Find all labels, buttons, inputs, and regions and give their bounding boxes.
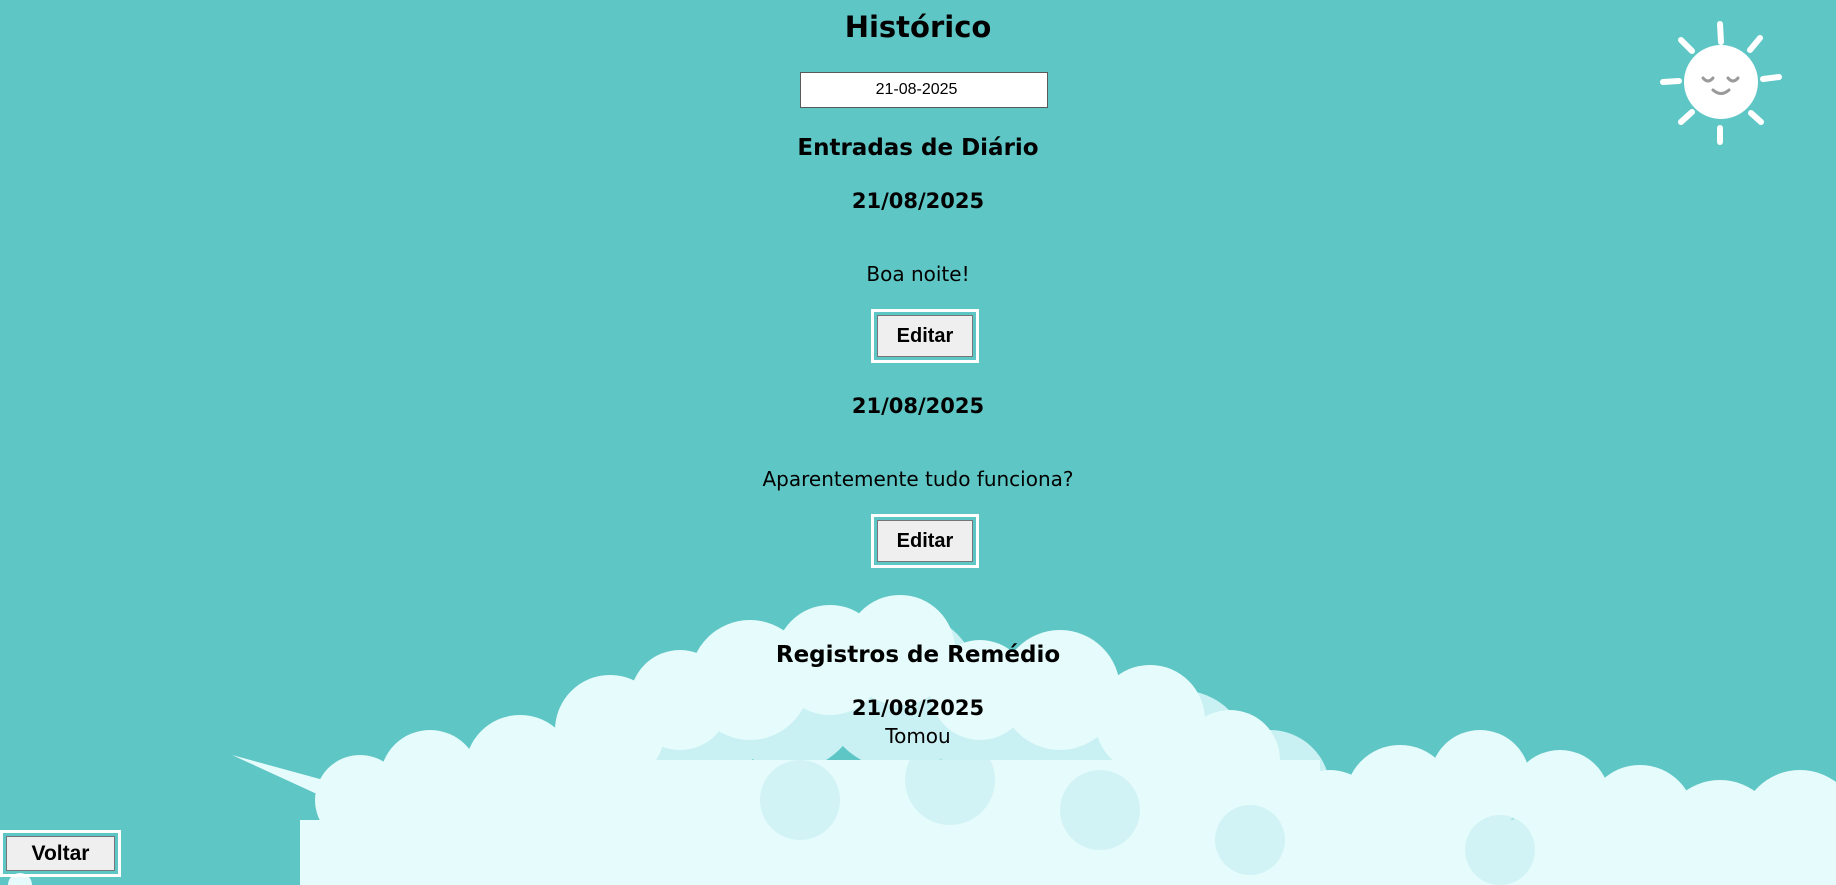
date-picker[interactable]	[800, 72, 1048, 108]
medicine-section-title: Registros de Remédio	[775, 642, 1061, 668]
edit-button-frame: Editar	[871, 514, 979, 568]
diary-entry-date: 21/08/2025	[851, 394, 985, 418]
diary-section-title: Entradas de Diário	[797, 135, 1039, 161]
diary-entry-text: Boa noite!	[866, 262, 970, 286]
diary-entry-date: 21/08/2025	[851, 189, 985, 213]
date-input[interactable]	[811, 80, 1022, 100]
edit-entry-button[interactable]: Editar	[877, 520, 973, 562]
sleeping-sun-icon	[1660, 21, 1782, 145]
cloud-background	[8, 595, 1836, 885]
edit-entry-button[interactable]: Editar	[877, 315, 973, 357]
edit-button-frame: Editar	[871, 309, 979, 363]
back-button-frame: Voltar	[0, 830, 121, 877]
medicine-record-status: Tomou	[885, 724, 951, 748]
page-title: Histórico	[844, 10, 992, 44]
diary-entry-text: Aparentemente tudo funciona?	[762, 467, 1074, 491]
back-button[interactable]: Voltar	[6, 836, 115, 871]
medicine-record-date: 21/08/2025	[851, 696, 985, 720]
